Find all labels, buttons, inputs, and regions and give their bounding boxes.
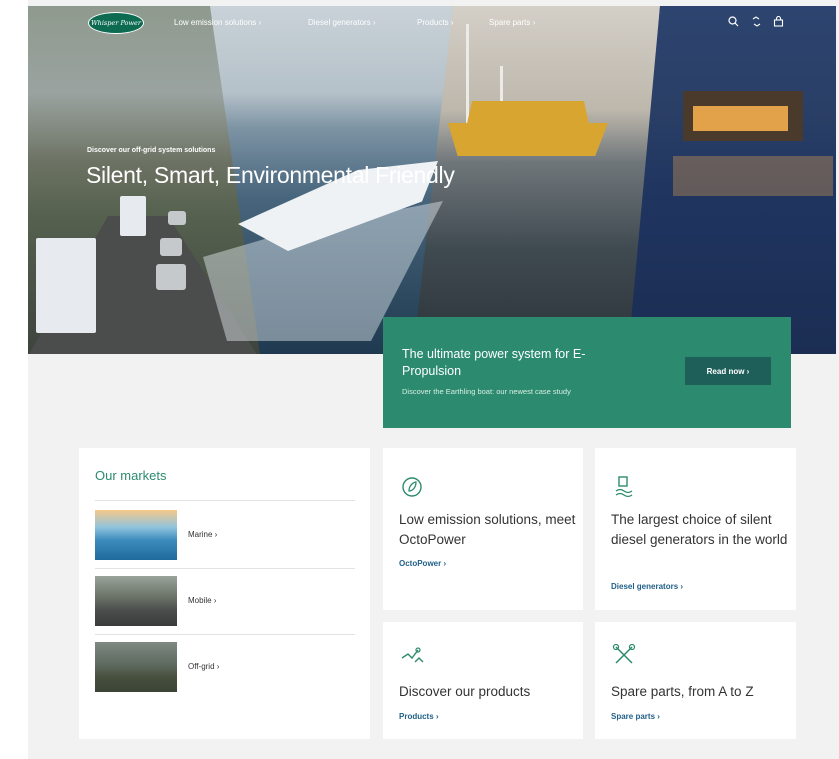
card-title: Discover our products [399, 684, 531, 699]
generator-icon [611, 474, 639, 502]
truck-shape [120, 196, 146, 236]
nav-item-low-emission[interactable]: Low emission solutions › [174, 18, 261, 27]
read-now-button[interactable]: Read now › [685, 357, 771, 385]
market-label: Marine › [188, 530, 218, 539]
leaf-icon [399, 474, 427, 502]
bag-icon[interactable] [773, 15, 784, 30]
logo-text: Whisper Power [90, 19, 141, 27]
card-title: Low emission solutions, meet OctoPower [399, 512, 576, 547]
market-label: Off-grid › [188, 662, 220, 671]
mobile-thumbnail [95, 576, 177, 626]
top-navigation: Whisper Power Low emission solutions › D… [28, 6, 836, 40]
hero-title: Silent, Smart, Environmental Friendly [86, 162, 455, 188]
ship-shape [448, 101, 608, 156]
card-title: Spare parts, from A to Z [611, 684, 754, 699]
market-label: Mobile › [188, 596, 217, 605]
promo-title: The ultimate power system for E-Propulsi… [402, 347, 586, 378]
spare-parts-link[interactable]: Spare parts › [611, 712, 660, 721]
feature-card-diesel: The largest choice of silent diesel gene… [595, 448, 796, 610]
market-item-mobile[interactable]: Mobile › [95, 576, 355, 626]
nav-item-spare-parts[interactable]: Spare parts › [489, 18, 535, 27]
feature-card-spare-parts: Spare parts, from A to Z Spare parts › [595, 622, 796, 739]
card-title: The largest choice of silent diesel gene… [611, 512, 788, 547]
promo-subtitle: Discover the Earthling boat: our newest … [402, 387, 571, 396]
tools-icon [611, 642, 639, 670]
feature-card-products: Discover our products Products › [383, 622, 583, 739]
house-light-shape [693, 106, 788, 131]
water-reflection-shape [673, 156, 833, 196]
globe-icon[interactable] [751, 16, 762, 30]
feature-card-octopower: Low emission solutions, meet OctoPower O… [383, 448, 583, 610]
markets-title: Our markets [95, 468, 167, 483]
octopower-link[interactable]: OctoPower › [399, 559, 446, 568]
marine-thumbnail [95, 510, 177, 560]
nav-item-products[interactable]: Products › [417, 18, 453, 27]
hero-subtitle: Discover our off-grid system solutions [87, 147, 216, 154]
car-shape [156, 264, 186, 290]
markets-panel: Our markets Marine › Mobile › Off-grid › [79, 448, 370, 739]
promo-card: The ultimate power system for E-Propulsi… [383, 317, 791, 428]
divider [95, 500, 355, 501]
divider [95, 568, 355, 569]
search-icon[interactable] [728, 16, 739, 30]
brand-logo[interactable]: Whisper Power [88, 12, 144, 34]
car-shape [160, 238, 182, 256]
off-grid-thumbnail [95, 642, 177, 692]
truck-shape [36, 238, 96, 333]
diesel-generators-link[interactable]: Diesel generators › [611, 582, 683, 591]
products-link[interactable]: Products › [399, 712, 439, 721]
market-item-off-grid[interactable]: Off-grid › [95, 642, 355, 692]
divider [95, 634, 355, 635]
products-icon [399, 644, 427, 672]
car-shape [168, 211, 186, 225]
nav-item-diesel-generators[interactable]: Diesel generators › [308, 18, 376, 27]
market-item-marine[interactable]: Marine › [95, 510, 355, 560]
